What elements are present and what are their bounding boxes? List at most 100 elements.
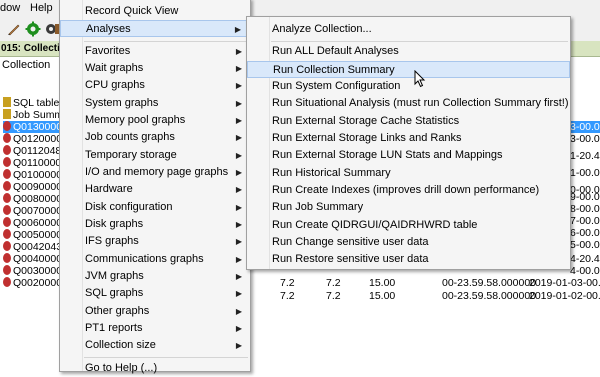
menu-item-disk-configuration[interactable]: Disk configuration ▶ — [60, 199, 250, 216]
menu-item-job-counts-graphs[interactable]: Job counts graphs ▶ — [60, 129, 250, 146]
menu-window[interactable]: dow — [0, 2, 20, 14]
submenu-item-run-external-storage-lun-stats[interactable]: Run External Storage LUN Stats and Mappi… — [247, 147, 570, 164]
tree-node[interactable]: Q012000000 — [3, 133, 59, 145]
tree-node[interactable]: Q003000000 — [3, 265, 59, 277]
chevron-right-icon: ▶ — [235, 64, 242, 73]
table-icon — [3, 109, 11, 119]
grid-cell: 1-00.00 — [570, 167, 600, 179]
menu-item-communications-graphs[interactable]: Communications graphs ▶ — [60, 251, 250, 268]
clock-icon — [3, 181, 11, 191]
submenu-item-run-system-configuration[interactable]: Run System Configuration — [247, 78, 570, 95]
grid-cell: 5-00.00 — [570, 239, 600, 251]
submenu-item-run-all-default-analyses[interactable]: Run ALL Default Analyses — [247, 43, 570, 60]
menu-item-sql-graphs[interactable]: SQL graphs ▶ — [60, 285, 250, 302]
grid-cell: 00-23.59.58.000000 — [442, 290, 537, 302]
submenu-item-run-change-sensitive-user-data[interactable]: Run Change sensitive user data — [247, 234, 570, 251]
chevron-right-icon: ▶ — [235, 168, 242, 177]
grid-cell: 8-00.00 — [570, 203, 600, 215]
clock-icon — [3, 241, 11, 251]
grid-cell: 7.2 — [326, 277, 341, 289]
tree-node[interactable]: Q011000000 — [3, 157, 59, 169]
menu-item-disk-graphs[interactable]: Disk graphs ▶ — [60, 216, 250, 233]
grid-cell: 2019-01-03-00.00 — [529, 277, 600, 289]
chevron-right-icon: ▶ — [235, 237, 242, 246]
menu-item-jvm-graphs[interactable]: JVM graphs ▶ — [60, 268, 250, 285]
submenu-item-analyze-collection[interactable]: Analyze Collection... — [247, 21, 570, 38]
grid-cell: 00-23.59.58.000000 — [442, 277, 537, 289]
menu-item-wait-graphs[interactable]: Wait graphs ▶ — [60, 60, 250, 77]
grid-cell: 7.2 — [280, 277, 295, 289]
tree-node[interactable]: Q007000000 — [3, 205, 59, 217]
submenu-item-run-situational-analysis[interactable]: Run Situational Analysis (must run Colle… — [247, 95, 570, 112]
grid-cell: 6-00.00 — [570, 227, 600, 239]
menu-item-ifs-graphs[interactable]: IFS graphs ▶ — [60, 233, 250, 250]
chevron-right-icon: ▶ — [235, 324, 242, 333]
submenu-item-run-create-indexes[interactable]: Run Create Indexes (improves drill down … — [247, 182, 570, 199]
chevron-right-icon: ▶ — [235, 133, 242, 142]
tree-node[interactable]: SQL tables — [3, 97, 59, 109]
clock-icon — [3, 133, 11, 143]
menu-item-pt1-reports[interactable]: PT1 reports ▶ — [60, 320, 250, 337]
grid-cell: 15.00 — [369, 290, 396, 302]
tree-node[interactable]: Q010000000 — [3, 169, 59, 181]
menu-item-memory-pool-graphs[interactable]: Memory pool graphs ▶ — [60, 112, 250, 129]
tree-node[interactable]: Q004000000 — [3, 253, 59, 265]
tree-node[interactable]: Q008000000 — [3, 193, 59, 205]
tree-node[interactable]: Q002000000 — [3, 277, 59, 289]
chevron-right-icon: ▶ — [235, 151, 242, 160]
grid-cell: 1-20.48 — [570, 150, 600, 162]
submenu-item-run-historical-summary[interactable]: Run Historical Summary — [247, 165, 570, 182]
menu-item-go-to-help[interactable]: Go to Help (...) — [60, 360, 250, 377]
tree-node-selected[interactable]: Q013000000 — [3, 121, 59, 133]
chevron-right-icon: ▶ — [235, 99, 242, 108]
chevron-right-icon: ▶ — [235, 289, 242, 298]
menu-item-cpu-graphs[interactable]: CPU graphs ▶ — [60, 77, 250, 94]
tree-node[interactable]: Q004204300 — [3, 241, 59, 253]
clock-icon — [3, 265, 11, 275]
grid-cell: 7.2 — [326, 290, 341, 302]
grid-cell: 2019-01-02-00.00 — [529, 290, 600, 302]
pencil-icon[interactable] — [6, 21, 22, 37]
chevron-right-icon: ▶ — [235, 272, 242, 281]
menu-item-collection-size[interactable]: Collection size ▶ — [60, 337, 250, 354]
gear-icon[interactable] — [25, 21, 41, 37]
context-menu: Record Quick View Analyses ▶ Favorites ▶ W… — [59, 0, 251, 374]
chevron-right-icon: ▶ — [235, 116, 242, 125]
clock-icon — [3, 277, 11, 287]
analyses-submenu: Analyze Collection... Run ALL Default An… — [246, 16, 571, 270]
grid-cell: 9-00.00 — [570, 191, 600, 203]
menu-help[interactable]: Help — [30, 2, 53, 14]
clock-icon — [3, 229, 11, 239]
grid-cell: 7.2 — [280, 290, 295, 302]
menu-item-hardware[interactable]: Hardware ▶ — [60, 181, 250, 198]
submenu-item-run-job-summary[interactable]: Run Job Summary — [247, 199, 570, 216]
submenu-item-run-external-storage-links-ranks[interactable]: Run External Storage Links and Ranks — [247, 130, 570, 147]
clock-icon — [3, 145, 11, 155]
settings-icon[interactable] — [44, 21, 60, 37]
submenu-item-run-collection-summary[interactable]: Run Collection Summary — [247, 61, 570, 78]
menu-item-record-quick-view[interactable]: Record Quick View — [60, 3, 250, 20]
chevron-right-icon: ▶ — [235, 203, 242, 212]
menu-item-favorites[interactable]: Favorites ▶ — [60, 43, 250, 60]
grid-cell: 3-00.00 — [570, 133, 600, 145]
tree-node[interactable]: Q006000000 — [3, 217, 59, 229]
tree-node[interactable]: Q009000000 — [3, 181, 59, 193]
menu-item-system-graphs[interactable]: System graphs ▶ — [60, 95, 250, 112]
submenu-item-run-create-qidrgui-table[interactable]: Run Create QIDRGUI/QAIDRHWRD table — [247, 217, 570, 234]
clock-icon — [3, 205, 11, 215]
submenu-item-run-external-storage-cache-statistics[interactable]: Run External Storage Cache Statistics — [247, 113, 570, 130]
submenu-item-run-restore-sensitive-user-data[interactable]: Run Restore sensitive user data — [247, 251, 570, 268]
chevron-right-icon: ▶ — [235, 255, 242, 264]
menu-separator — [271, 41, 568, 42]
chevron-right-icon: ▶ — [235, 307, 242, 316]
table-icon — [3, 97, 11, 107]
tree-node[interactable]: Q011204800 — [3, 145, 59, 157]
chevron-right-icon: ▶ — [235, 220, 242, 229]
tree-node[interactable]: Job Summary — [3, 109, 59, 121]
menu-item-io-memory-page-graphs[interactable]: I/O and memory page graphs ▶ — [60, 164, 250, 181]
menu-item-temporary-storage[interactable]: Temporary storage ▶ — [60, 147, 250, 164]
menu-item-analyses[interactable]: Analyses ▶ — [60, 20, 250, 37]
menu-item-other-graphs[interactable]: Other graphs ▶ — [60, 303, 250, 320]
tree-node[interactable]: Q005000000 — [3, 229, 59, 241]
clock-icon — [3, 217, 11, 227]
